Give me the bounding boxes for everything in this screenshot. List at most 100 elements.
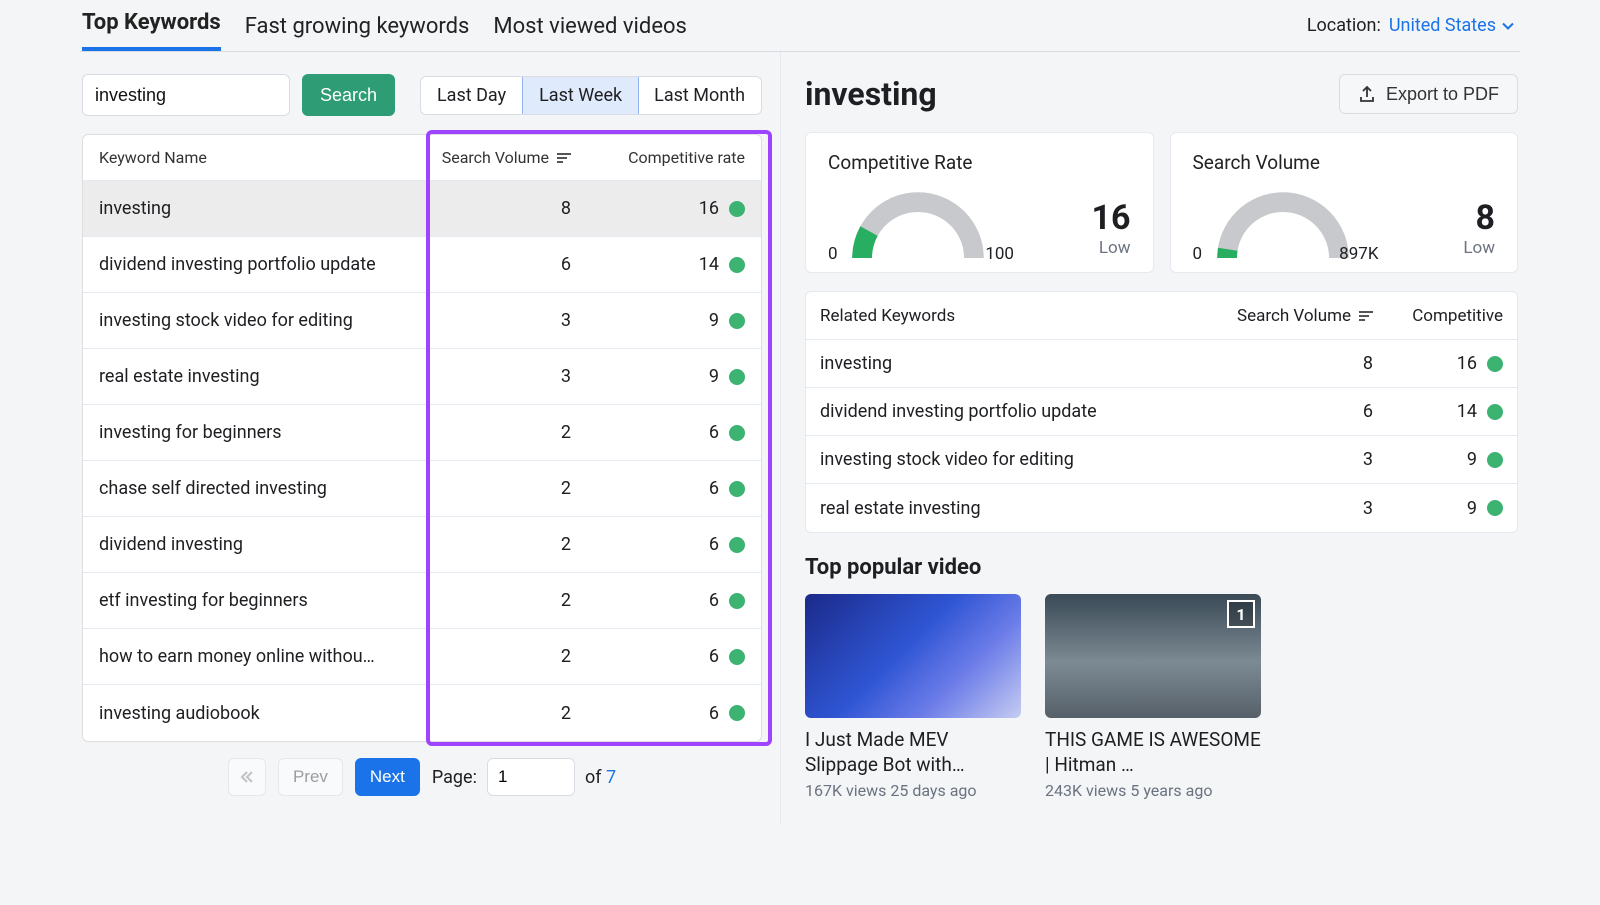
tab-list: Top Keywords Fast growing keywords Most …: [82, 0, 687, 51]
search-input[interactable]: [82, 74, 290, 116]
detail-title: investing: [805, 75, 937, 113]
pager-first[interactable]: [228, 758, 266, 796]
related-row[interactable]: real estate investing39: [806, 484, 1517, 532]
status-dot-icon: [729, 201, 745, 217]
export-pdf-button[interactable]: Export to PDF: [1339, 74, 1518, 114]
status-dot-icon: [1487, 404, 1503, 420]
location-value-text: United States: [1389, 15, 1496, 36]
related-cell-volume: 8: [1203, 353, 1373, 374]
sort-icon: [557, 153, 571, 163]
top-popular-video-list: I Just Made MEV Slippage Bot with…167K v…: [805, 594, 1518, 800]
detail-panel: investing Export to PDF Competitive Rate: [781, 52, 1520, 824]
related-header-row: Related Keywords Search Volume Competiti…: [806, 292, 1517, 340]
cell-keyword-name: real estate investing: [83, 366, 421, 387]
pager: Prev Next Page: of 7: [82, 742, 762, 800]
cell-search-volume: 2: [421, 478, 601, 499]
table-row[interactable]: investing stock video for editing39: [83, 293, 761, 349]
col-competitive-rate[interactable]: Competitive rate: [601, 148, 761, 167]
location-label: Location:: [1307, 15, 1381, 36]
table-row[interactable]: investing audiobook26: [83, 685, 761, 741]
chevron-double-left-icon: [240, 770, 254, 784]
export-icon: [1358, 85, 1376, 103]
status-dot-icon: [1487, 356, 1503, 372]
cell-competitive-rate: 6: [601, 534, 761, 555]
table-row[interactable]: chase self directed investing26: [83, 461, 761, 517]
table-row[interactable]: dividend investing26: [83, 517, 761, 573]
gauge-competitive-svg: [828, 184, 1008, 258]
table-row[interactable]: dividend investing portfolio update614: [83, 237, 761, 293]
related-col-volume[interactable]: Search Volume: [1203, 306, 1373, 326]
top-tabs-bar: Top Keywords Fast growing keywords Most …: [80, 0, 1520, 52]
period-last-month[interactable]: Last Month: [638, 77, 761, 114]
table-row[interactable]: investing for beginners26: [83, 405, 761, 461]
table-row[interactable]: etf investing for beginners26: [83, 573, 761, 629]
cell-keyword-name: investing: [83, 198, 421, 219]
cell-keyword-name: investing stock video for editing: [83, 310, 421, 331]
related-cell-volume: 3: [1203, 498, 1373, 519]
related-cell-name: investing: [820, 353, 1203, 374]
table-row[interactable]: real estate investing39: [83, 349, 761, 405]
col-keyword-name[interactable]: Keyword Name: [83, 148, 421, 167]
related-col-competitive[interactable]: Competitive: [1373, 306, 1503, 326]
tab-top-keywords[interactable]: Top Keywords: [82, 0, 221, 51]
cell-search-volume: 2: [421, 422, 601, 443]
tab-fast-growing-keywords[interactable]: Fast growing keywords: [245, 4, 470, 51]
cell-keyword-name: etf investing for beginners: [83, 590, 421, 611]
cell-search-volume: 2: [421, 534, 601, 555]
video-card[interactable]: 1THIS GAME IS AWESOME | Hitman …243K vie…: [1045, 594, 1261, 800]
location-selector: Location: United States: [1307, 15, 1520, 36]
pager-total-link[interactable]: 7: [606, 767, 616, 788]
gauge-competitive-title: Competitive Rate: [828, 151, 1131, 174]
related-cell-competitive: 14: [1373, 401, 1503, 422]
status-dot-icon: [729, 313, 745, 329]
gauge-volume-label: Low: [1463, 238, 1495, 258]
period-last-day[interactable]: Last Day: [421, 77, 523, 114]
period-toggle: Last Day Last Week Last Month: [420, 76, 762, 115]
cell-competitive-rate: 16: [601, 198, 761, 219]
cell-keyword-name: investing audiobook: [83, 703, 421, 724]
related-col-name[interactable]: Related Keywords: [820, 306, 1203, 326]
related-cell-name: investing stock video for editing: [820, 449, 1203, 470]
related-row[interactable]: investing stock video for editing39: [806, 436, 1517, 484]
cell-search-volume: 8: [421, 198, 601, 219]
cell-competitive-rate: 6: [601, 478, 761, 499]
col-search-volume[interactable]: Search Volume: [421, 148, 601, 167]
pager-page-input[interactable]: [487, 758, 575, 796]
sort-icon: [1359, 311, 1373, 321]
cell-competitive-rate: 6: [601, 703, 761, 724]
cell-keyword-name: dividend investing: [83, 534, 421, 555]
pager-page-label: Page:: [432, 767, 477, 788]
status-dot-icon: [729, 257, 745, 273]
video-card[interactable]: I Just Made MEV Slippage Bot with…167K v…: [805, 594, 1021, 800]
period-last-week[interactable]: Last Week: [522, 76, 639, 115]
cell-competitive-rate: 9: [601, 366, 761, 387]
location-value[interactable]: United States: [1389, 15, 1514, 36]
video-thumbnail: 1: [1045, 594, 1261, 718]
cell-keyword-name: dividend investing portfolio update: [83, 254, 421, 275]
cell-competitive-rate: 6: [601, 646, 761, 667]
cell-search-volume: 3: [421, 366, 601, 387]
gauge-competitive-max: 100: [985, 244, 1014, 264]
cell-keyword-name: chase self directed investing: [83, 478, 421, 499]
gauge-volume-max: 897K: [1339, 244, 1378, 264]
video-thumbnail: [805, 594, 1021, 718]
gauge-search-volume: Search Volume 0 897K 8 Low: [1170, 132, 1519, 273]
related-row[interactable]: investing816: [806, 340, 1517, 388]
related-cell-volume: 6: [1203, 401, 1373, 422]
related-cell-volume: 3: [1203, 449, 1373, 470]
video-meta: 243K views 5 years ago: [1045, 781, 1261, 800]
pager-prev[interactable]: Prev: [278, 758, 343, 796]
tab-most-viewed-videos[interactable]: Most viewed videos: [493, 4, 686, 51]
cell-search-volume: 6: [421, 254, 601, 275]
table-row[interactable]: how to earn money online withou…26: [83, 629, 761, 685]
table-row[interactable]: investing816: [83, 181, 761, 237]
cell-competitive-rate: 6: [601, 422, 761, 443]
keywords-table: Keyword Name Search Volume Competitive r…: [82, 134, 762, 742]
search-button[interactable]: Search: [302, 74, 395, 116]
pager-next[interactable]: Next: [355, 758, 420, 796]
status-dot-icon: [729, 705, 745, 721]
gauge-competitive-min: 0: [828, 244, 838, 264]
related-row[interactable]: dividend investing portfolio update614: [806, 388, 1517, 436]
gauge-volume-title: Search Volume: [1193, 151, 1496, 174]
status-dot-icon: [729, 481, 745, 497]
